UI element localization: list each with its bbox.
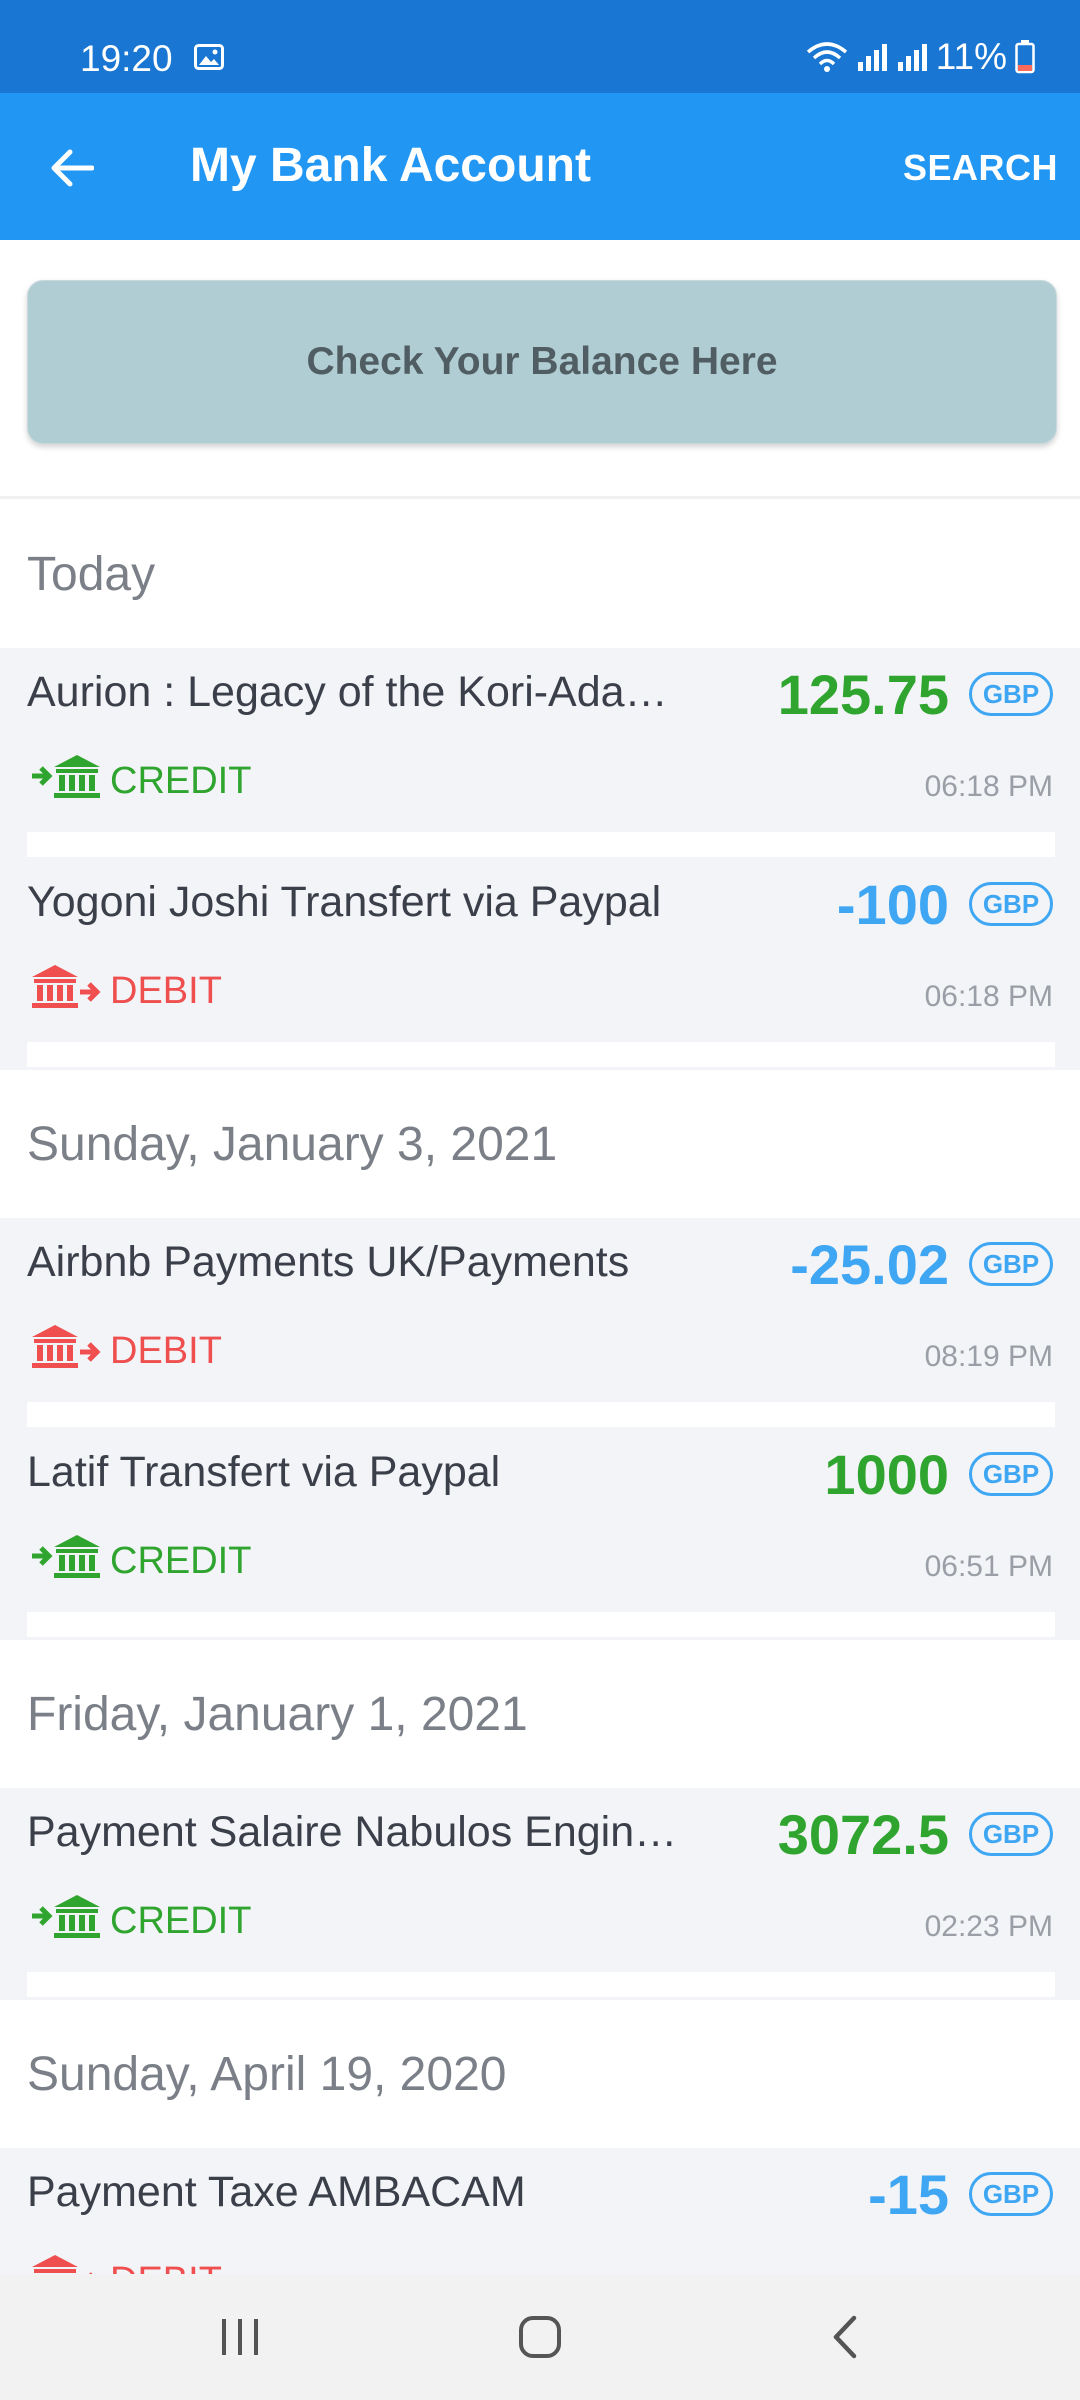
transaction-type: CREDIT (30, 1533, 251, 1589)
transaction-description: Payment Salaire Nabulos Engin… (27, 1808, 678, 1856)
transaction-amount: 3072.5 (777, 1803, 949, 1866)
back-icon[interactable] (795, 2304, 895, 2370)
row-divider (27, 1972, 1055, 1997)
transaction-row[interactable]: Payment Salaire Nabulos Engin… 3072.5 GB… (0, 1788, 1080, 1972)
transaction-type-label: DEBIT (110, 1329, 222, 1372)
navigation-bar (0, 2274, 1080, 2400)
row-spacer (0, 1972, 1080, 2000)
date-header: Sunday, January 3, 2021 (0, 1070, 1080, 1218)
transaction-type: DEBIT (30, 963, 222, 1019)
currency-badge: GBP (969, 1452, 1053, 1496)
currency-badge: GBP (969, 672, 1053, 716)
transaction-type-label: CREDIT (110, 759, 252, 802)
transaction-type: DEBIT (30, 1323, 222, 1379)
signal-icon-2 (896, 42, 928, 72)
check-balance-button[interactable]: Check Your Balance Here (27, 280, 1057, 444)
bank-debit-icon (30, 1323, 102, 1379)
bank-credit-icon (30, 1533, 102, 1589)
transaction-type: CREDIT (30, 1893, 251, 1949)
transaction-type-label: CREDIT (110, 1899, 252, 1942)
transaction-time: 06:18 PM (924, 980, 1053, 1013)
recent-apps-icon[interactable] (190, 2304, 290, 2370)
signal-icon (856, 42, 888, 72)
transaction-amount: 125.75 (777, 663, 949, 726)
date-header: Today (0, 500, 1080, 648)
transaction-type-label: CREDIT (110, 1539, 252, 1582)
transaction-type: CREDIT (30, 753, 251, 809)
row-divider (27, 1612, 1055, 1637)
transaction-row[interactable]: Aurion : Legacy of the Kori-Ada… 125.75 … (0, 648, 1080, 832)
row-spacer (0, 1402, 1080, 1430)
row-divider (27, 832, 1055, 857)
home-icon[interactable] (490, 2304, 590, 2370)
date-header: Friday, January 1, 2021 (0, 1640, 1080, 1788)
back-arrow-icon[interactable] (36, 133, 106, 203)
transaction-time: 02:23 PM (924, 1910, 1053, 1943)
app-bar: My Bank Account SEARCH (0, 93, 1080, 240)
transaction-description: Yogoni Joshi Transfert via Paypal (27, 878, 662, 926)
transaction-time: 06:18 PM (924, 770, 1053, 803)
transaction-description: Airbnb Payments UK/Payments (27, 1238, 630, 1286)
row-spacer (0, 1042, 1080, 1070)
transaction-amount: 1000 (824, 1443, 949, 1506)
bank-credit-icon (30, 753, 102, 809)
transaction-description: Latif Transfert via Paypal (27, 1448, 501, 1496)
status-time: 19:20 (80, 38, 173, 79)
row-spacer (0, 832, 1080, 860)
currency-badge: GBP (969, 882, 1053, 926)
transaction-row[interactable]: Yogoni Joshi Transfert via Paypal -100 G… (0, 858, 1080, 1042)
bank-debit-icon (30, 963, 102, 1019)
date-header: Sunday, April 19, 2020 (0, 2000, 1080, 2148)
battery-icon (1015, 40, 1035, 74)
gallery-icon (194, 44, 224, 75)
bank-credit-icon (30, 1893, 102, 1949)
transaction-row[interactable]: Airbnb Payments UK/Payments -25.02 GBP D… (0, 1218, 1080, 1402)
divider (0, 496, 1080, 499)
currency-badge: GBP (969, 1812, 1053, 1856)
transaction-time: 06:51 PM (924, 1550, 1053, 1583)
row-divider (27, 1402, 1055, 1427)
currency-badge: GBP (969, 2172, 1053, 2216)
transaction-type-label: DEBIT (110, 969, 222, 1012)
transaction-description: Payment Taxe AMBACAM (27, 2168, 526, 2216)
page-title: My Bank Account (190, 139, 591, 192)
transaction-amount: -25.02 (790, 1233, 949, 1296)
transaction-amount: -15 (868, 2163, 949, 2226)
search-button[interactable]: SEARCH (903, 147, 1058, 189)
row-spacer (0, 1612, 1080, 1640)
transaction-row[interactable]: Latif Transfert via Paypal 1000 GBP CRED… (0, 1428, 1080, 1612)
transaction-description: Aurion : Legacy of the Kori-Ada… (27, 668, 668, 716)
row-divider (27, 1042, 1055, 1067)
currency-badge: GBP (969, 1242, 1053, 1286)
transaction-time: 08:19 PM (924, 1340, 1053, 1373)
transaction-amount: -100 (836, 873, 949, 936)
battery-percent: 11% (935, 36, 1007, 77)
status-bar: 19:20 11% (0, 0, 1080, 93)
wifi-icon (806, 40, 848, 74)
